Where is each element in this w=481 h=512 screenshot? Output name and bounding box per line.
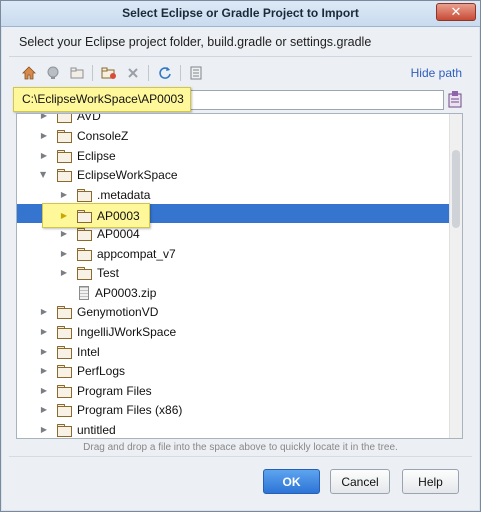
help-button[interactable]: Help — [402, 469, 459, 494]
collapsed-arrow-icon[interactable]: ▶ — [39, 386, 49, 396]
zip-file-icon — [79, 285, 89, 300]
tree-row[interactable]: ▶ Test — [17, 263, 449, 282]
tree-row[interactable]: ▶ Program Files — [17, 381, 449, 400]
callout-arrow-icon: ▶ — [60, 211, 68, 220]
delete-icon[interactable] — [123, 63, 143, 83]
collapsed-arrow-icon[interactable]: ▶ — [39, 425, 49, 435]
tree-row[interactable]: ▶ IngelliJWorkSpace — [17, 322, 449, 341]
tree-row[interactable]: ▶ untitled — [17, 420, 449, 438]
tree-row[interactable]: ▶ .metadata — [17, 185, 449, 204]
cancel-button[interactable]: Cancel — [330, 469, 390, 494]
tree-row[interactable]: ▶ AVD — [17, 113, 449, 125]
collapsed-arrow-icon[interactable]: ▶ — [59, 190, 69, 200]
collapsed-arrow-icon[interactable]: ▶ — [39, 366, 49, 376]
tree-row[interactable]: ▶ Intel — [17, 342, 449, 361]
tree-row[interactable]: ▶ EclipseWorkSpace — [17, 165, 449, 184]
folder-icon — [57, 326, 72, 339]
title-bar: Select Eclipse or Gradle Project to Impo… — [1, 1, 480, 27]
hide-path-link[interactable]: Hide path — [411, 66, 462, 80]
tree-row[interactable]: ▶ Eclipse — [17, 146, 449, 165]
tree-row-label: Program Files — [77, 383, 152, 398]
folder-icon — [77, 228, 92, 241]
file-tree[interactable]: ▶ AVD ▶ ConsoleZ ▶ Eclipse ▶ EclipseWork… — [16, 113, 463, 439]
tree-row[interactable]: ▶ Program Files (x86) — [17, 400, 449, 419]
folder-icon — [57, 114, 72, 123]
callout-label: AP0003 — [97, 208, 140, 223]
tree-row-label: untitled — [77, 422, 116, 437]
tree-row[interactable]: AP0003.zip — [17, 283, 449, 302]
collapsed-arrow-icon[interactable]: ▶ — [39, 327, 49, 337]
tree-scrollbar[interactable] — [449, 114, 462, 438]
new-folder-icon[interactable] — [99, 63, 119, 83]
folder-icon — [57, 130, 72, 143]
tree-row[interactable]: ▶ GenymotionVD — [17, 302, 449, 321]
folder-icon — [57, 365, 72, 378]
toolbar — [19, 63, 219, 83]
tree-row-label: AVD — [77, 113, 101, 123]
show-hidden-files-icon[interactable] — [186, 63, 206, 83]
instruction-text: Select your Eclipse project folder, buil… — [19, 35, 372, 49]
folder-icon — [77, 248, 92, 261]
selected-folder-callout: ▶ AP0003 — [42, 203, 150, 228]
tree-row[interactable]: ▶ ConsoleZ — [17, 126, 449, 145]
collapsed-arrow-icon[interactable]: ▶ — [39, 307, 49, 317]
dialog-title: Select Eclipse or Gradle Project to Impo… — [122, 6, 359, 20]
tree-row-label: PerfLogs — [77, 363, 126, 378]
tree-row[interactable]: ▶ PerfLogs — [17, 361, 449, 380]
drag-drop-hint: Drag and drop a file into the space abov… — [83, 442, 398, 453]
ok-button[interactable]: OK — [263, 469, 320, 494]
browse-icon[interactable] — [448, 90, 462, 108]
folder-icon — [57, 385, 72, 398]
desktop-icon[interactable] — [43, 63, 63, 83]
collapsed-arrow-icon[interactable]: ▶ — [39, 131, 49, 141]
folder-icon — [57, 346, 72, 359]
collapsed-arrow-icon[interactable]: ▶ — [59, 229, 69, 239]
top-divider — [9, 56, 472, 57]
folder-icon — [57, 306, 72, 319]
bottom-divider — [9, 456, 472, 457]
project-folder-icon[interactable] — [67, 63, 87, 83]
folder-icon — [77, 189, 92, 202]
tree-row-label: AP0004 — [97, 226, 140, 241]
path-callout: C:\EclipseWorkSpace\AP0003 — [13, 87, 191, 112]
tree-row-label: Intel — [77, 344, 100, 359]
folder-icon — [77, 267, 92, 280]
collapsed-arrow-icon[interactable]: ▶ — [39, 114, 49, 121]
tree-row-label: IngelliJWorkSpace — [77, 324, 177, 339]
folder-icon — [77, 210, 92, 223]
collapsed-arrow-icon[interactable]: ▶ — [39, 151, 49, 161]
folder-icon — [57, 404, 72, 417]
collapsed-arrow-icon[interactable]: ▶ — [59, 249, 69, 259]
tree-row-label: EclipseWorkSpace — [77, 167, 178, 182]
scrollbar-thumb[interactable] — [452, 150, 460, 228]
collapsed-arrow-icon[interactable]: ▶ — [39, 405, 49, 415]
tree-row-label: Eclipse — [77, 148, 116, 163]
home-icon[interactable] — [19, 63, 39, 83]
folder-icon — [57, 150, 72, 163]
refresh-icon[interactable] — [155, 63, 175, 83]
expanded-arrow-icon[interactable]: ▶ — [39, 170, 49, 180]
tree-row-label: Test — [97, 265, 120, 280]
collapsed-arrow-icon[interactable]: ▶ — [59, 268, 69, 278]
close-button[interactable]: ✕ — [436, 3, 476, 21]
folder-icon — [57, 169, 72, 182]
collapsed-arrow-icon[interactable]: ▶ — [39, 347, 49, 357]
tree-row-label: ConsoleZ — [77, 128, 129, 143]
tree-row-label: Program Files (x86) — [77, 402, 183, 417]
tree-row-label: GenymotionVD — [77, 304, 159, 319]
tree-row-label: AP0003.zip — [95, 285, 157, 300]
tree-row-label: .metadata — [97, 187, 151, 202]
tree-row[interactable]: ▶ appcompat_v7 — [17, 244, 449, 263]
folder-icon — [57, 424, 72, 437]
tree-row-label: appcompat_v7 — [97, 246, 176, 261]
import-dialog: Select Eclipse or Gradle Project to Impo… — [0, 0, 481, 512]
